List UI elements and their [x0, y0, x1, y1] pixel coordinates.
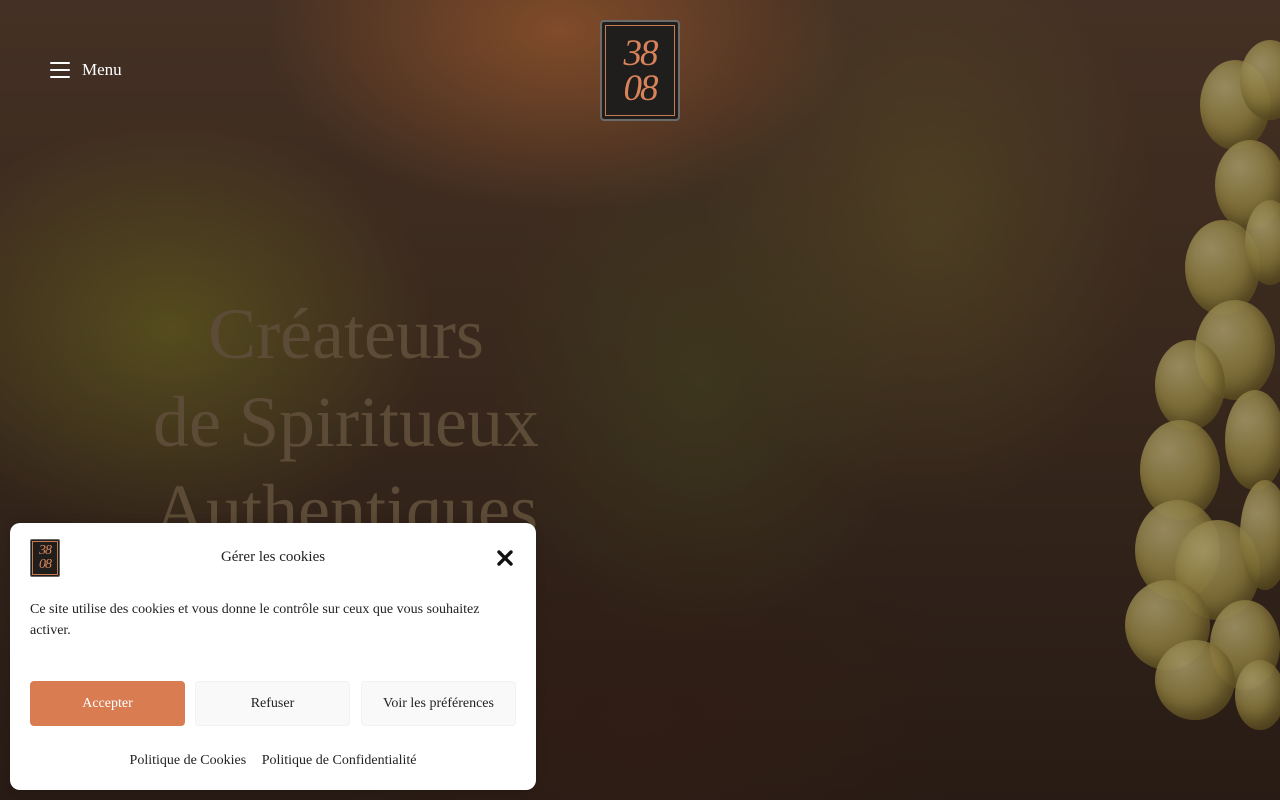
- grape: [1155, 640, 1235, 720]
- cookie-banner: 38 08 Gérer les cookies Ce site utilise …: [10, 523, 536, 790]
- grape: [1240, 480, 1280, 590]
- cookie-banner-title: Gérer les cookies: [220, 549, 326, 565]
- grape: [1155, 340, 1225, 430]
- hamburger-icon: [50, 62, 70, 78]
- logo-bottom-text: 08: [623, 67, 659, 109]
- preferences-button[interactable]: Voir les préférences: [361, 681, 516, 726]
- menu-button[interactable]: Menu: [50, 58, 122, 82]
- site-logo[interactable]: 38 08: [600, 20, 680, 121]
- privacy-policy-link[interactable]: Politique de Confidentialité: [262, 753, 417, 768]
- grape: [1185, 220, 1260, 315]
- deny-button[interactable]: Refuser: [195, 681, 350, 726]
- cookie-banner-message: Ce site utilise des cookies et vous donn…: [30, 602, 480, 638]
- grape: [1175, 520, 1260, 620]
- grape: [1135, 500, 1220, 600]
- hero-headline: Créateurs de Spiritueux Authentiques: [136, 290, 556, 554]
- grape: [1210, 600, 1280, 690]
- grape: [1140, 420, 1220, 520]
- grape: [1235, 660, 1280, 730]
- headline-line-2: de Spiritueux: [153, 382, 539, 462]
- grape: [1215, 140, 1280, 230]
- grape: [1245, 200, 1280, 285]
- grape: [1240, 40, 1280, 120]
- logo-top-text: 38: [623, 32, 659, 74]
- cookie-policy-link[interactable]: Politique de Cookies: [130, 753, 247, 768]
- grape: [1225, 390, 1280, 490]
- menu-label: Menu: [82, 60, 122, 79]
- close-icon[interactable]: [496, 549, 514, 567]
- cookie-policy-links: Politique de Cookies Politique de Confid…: [10, 753, 536, 769]
- accept-button[interactable]: Accepter: [30, 681, 185, 726]
- headline-line-1: Créateurs: [208, 294, 484, 374]
- grape: [1125, 580, 1210, 670]
- grape: [1200, 60, 1270, 150]
- grape: [1195, 300, 1275, 400]
